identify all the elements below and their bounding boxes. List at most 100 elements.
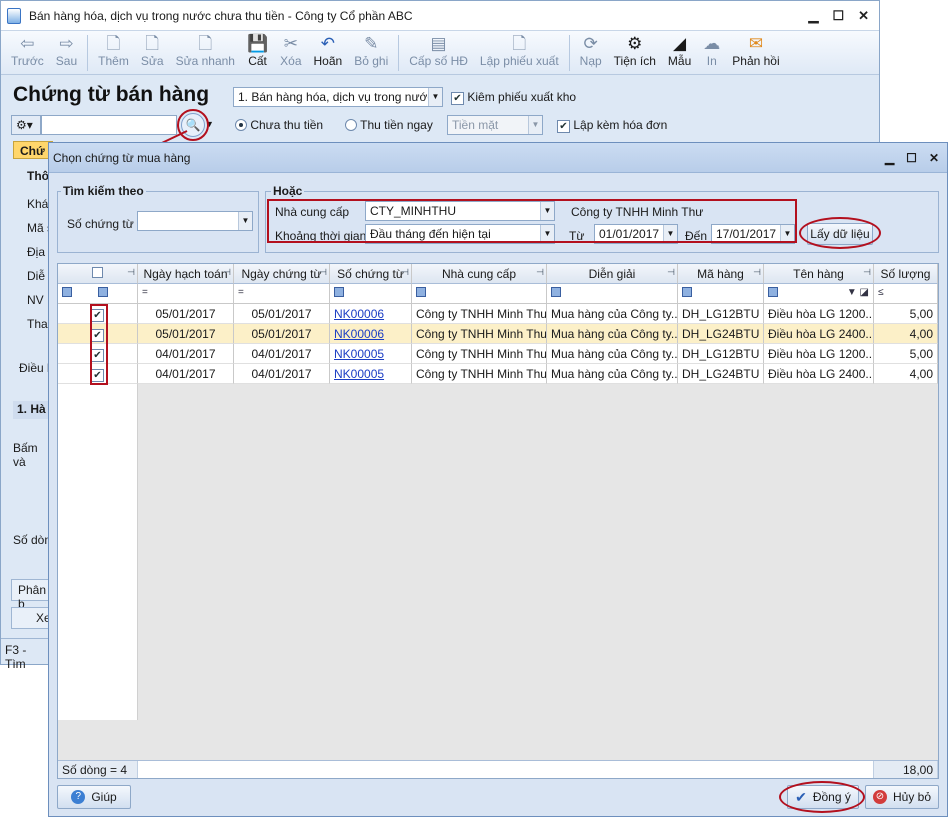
filter-icon bbox=[768, 287, 778, 297]
table-cell-ma-hang: DH_LG12BTU bbox=[678, 304, 764, 324]
toolbar-save-button[interactable]: 💾 Cất bbox=[241, 31, 274, 68]
annotation-circle-get-data bbox=[799, 217, 881, 249]
filter-cell[interactable]: = bbox=[138, 284, 234, 304]
left-label: Thô bbox=[27, 169, 49, 183]
toolbar-undo-button[interactable]: ↶ Hoãn bbox=[308, 31, 349, 68]
phan-bo-button[interactable]: Phân b bbox=[11, 579, 53, 611]
filter-cell[interactable]: ≤ bbox=[874, 284, 938, 304]
chevron-down-icon: ▼ bbox=[528, 116, 542, 134]
table-row[interactable]: ✔ 05/01/2017 05/01/2017 NK00006 Công ty TNHH… bbox=[58, 304, 938, 324]
column-header[interactable]: Số chứng từ ⊣ bbox=[330, 264, 412, 284]
table-cell-nha-cung-cap: Công ty TNHH Minh Thư bbox=[412, 344, 547, 364]
undo-icon: ↶ bbox=[320, 34, 335, 53]
help-button[interactable]: ? Giúp bbox=[57, 785, 131, 809]
column-header[interactable]: Diễn giải ⊣ bbox=[547, 264, 678, 284]
row-count: Số dòng = 4 bbox=[58, 761, 138, 778]
toolbar-delete-button[interactable]: ✂ Xóa bbox=[274, 31, 307, 68]
table-cell-ngay-chung-tu: 04/01/2017 bbox=[234, 364, 330, 384]
filter-cell[interactable] bbox=[330, 284, 412, 304]
filter-icon bbox=[62, 287, 72, 297]
filter-cell[interactable]: ▼ ◪ bbox=[764, 284, 874, 304]
lap-kem-hoa-don-checkbox[interactable]: ✔ Lập kèm hóa đơn bbox=[557, 118, 667, 133]
column-header[interactable]: Nhà cung cấp ⊣ bbox=[412, 264, 547, 284]
toolbar-export-slip-button[interactable]: 🗋 Lập phiếu xuất bbox=[474, 31, 565, 68]
column-header[interactable]: Mã hàng ⊣ bbox=[678, 264, 764, 284]
export-slip-icon: 🗋 bbox=[512, 34, 527, 53]
left-label: Khá bbox=[27, 197, 49, 211]
toolbar-reload-button[interactable]: ⟳ Nạp bbox=[574, 31, 608, 68]
annotation-box-checkboxes bbox=[90, 304, 108, 385]
toolbar-print-button[interactable]: ☁ In bbox=[697, 31, 726, 68]
section-hang-tien-tab[interactable]: 1. Hà bbox=[13, 401, 53, 419]
minimize-icon[interactable]: ▁ bbox=[885, 151, 894, 165]
table-cell-dien-giai: Mua hàng của Công ty... bbox=[547, 364, 678, 384]
table-row[interactable]: ✔ 05/01/2017 05/01/2017 NK00006 Công ty TNHH… bbox=[58, 324, 938, 344]
toolbar-edit-doc-button[interactable]: 🗋 Sửa bbox=[135, 31, 170, 68]
column-header[interactable]: Ngày hạch toán ⊣ bbox=[138, 264, 234, 284]
toolbar-feedback-button[interactable]: ✉ Phản hồi bbox=[726, 31, 785, 68]
toolbar-arrow-right-button[interactable]: ⇨ Sau bbox=[50, 31, 83, 68]
toolbar-unpost-button[interactable]: ✎ Bỏ ghi bbox=[348, 31, 394, 68]
left-label: Diễ bbox=[27, 269, 46, 283]
pin-icon: ⊣ bbox=[127, 267, 135, 277]
toolbar-utilities-button[interactable]: ⚙ Tiện ích bbox=[608, 31, 662, 68]
document-grid: ⊣ Ngày hạch toán ⊣ Ngày chứng từ ⊣ Số chứn… bbox=[57, 263, 939, 779]
table-cell-ngay-hach-toan: 05/01/2017 bbox=[138, 304, 234, 324]
table-cell-so-chung-tu[interactable]: NK00005 bbox=[330, 344, 412, 364]
minimize-icon[interactable]: ▁ bbox=[808, 8, 818, 24]
search-mode-button[interactable]: ⚙▾ bbox=[11, 115, 41, 135]
column-header[interactable]: Ngày chứng từ ⊣ bbox=[234, 264, 330, 284]
close-icon[interactable]: ✕ bbox=[858, 8, 869, 24]
or-group-title: Hoặc bbox=[271, 184, 305, 198]
toolbar-quick-edit-button[interactable]: 🗋 Sửa nhanh bbox=[170, 31, 241, 68]
so-chung-tu-label: Số chứng từ bbox=[67, 217, 134, 231]
payment-method-select[interactable]: Tiền mặt ▼ bbox=[447, 115, 543, 135]
column-header[interactable]: Số lượng bbox=[874, 264, 938, 284]
so-chung-tu-select[interactable]: ▼ bbox=[137, 211, 253, 231]
tab-chung-tu[interactable]: Chứ bbox=[13, 141, 53, 159]
pin-icon: ⊣ bbox=[223, 267, 231, 277]
table-row[interactable]: ✔ 04/01/2017 04/01/2017 NK00005 Công ty TNHH… bbox=[58, 364, 938, 384]
cancel-button[interactable]: ⊘ Hủy bỏ bbox=[865, 785, 939, 809]
close-icon[interactable]: ✕ bbox=[929, 151, 939, 165]
invoice-number-icon: ▤ bbox=[430, 34, 447, 53]
table-cell-so-chung-tu[interactable]: NK00006 bbox=[330, 304, 412, 324]
table-cell-so-luong: 5,00 bbox=[874, 304, 938, 324]
transaction-type-select[interactable]: 1. Bán hàng hóa, dịch vụ trong nước ▼ bbox=[233, 87, 443, 107]
filter-clear-icon[interactable]: ▼ ◪ bbox=[847, 287, 869, 298]
column-header[interactable]: Tên hàng ⊣ bbox=[764, 264, 874, 284]
maximize-icon[interactable]: ☐ bbox=[832, 8, 844, 24]
help-icon: ? bbox=[71, 790, 86, 804]
reload-icon: ⟳ bbox=[583, 34, 598, 53]
filter-cell[interactable] bbox=[412, 284, 547, 304]
chevron-down-icon: ▼ bbox=[238, 212, 252, 230]
filter-icon bbox=[416, 287, 426, 297]
table-cell-so-chung-tu[interactable]: NK00006 bbox=[330, 324, 412, 344]
toolbar-add-doc-button[interactable]: 🗋 Thêm bbox=[92, 31, 135, 68]
filter-cell[interactable] bbox=[547, 284, 678, 304]
chua-thu-tien-radio[interactable]: Chưa thu tiền bbox=[235, 118, 323, 132]
main-title-bar: Bán hàng hóa, dịch vụ trong nước chưa th… bbox=[1, 1, 879, 31]
toolbar-template-button[interactable]: ◢ Mẫu bbox=[662, 31, 697, 68]
filter-cell[interactable] bbox=[678, 284, 764, 304]
table-row[interactable]: ✔ 04/01/2017 04/01/2017 NK00005 Công ty TNHH… bbox=[58, 344, 938, 364]
grid-header-row: ⊣ Ngày hạch toán ⊣ Ngày chứng từ ⊣ Số chứn… bbox=[58, 264, 938, 284]
table-cell-nha-cung-cap: Công ty TNHH Minh Thư bbox=[412, 324, 547, 344]
background-left-panel: Thô Khá Mã s Địa Diễ NV I Tha Điều k 1. … bbox=[1, 161, 61, 666]
filter-cell[interactable]: = bbox=[234, 284, 330, 304]
select-all-checkbox[interactable] bbox=[92, 267, 103, 278]
grid-empty-area bbox=[58, 384, 138, 720]
pin-icon: ⊣ bbox=[401, 267, 409, 277]
filter-icon bbox=[334, 287, 344, 297]
maximize-icon[interactable]: ☐ bbox=[906, 151, 917, 165]
thu-tien-ngay-radio[interactable]: Thu tiền ngay bbox=[345, 118, 433, 132]
toolbar-arrow-left-button[interactable]: ⇦ Trước bbox=[5, 31, 50, 68]
table-cell-so-chung-tu[interactable]: NK00005 bbox=[330, 364, 412, 384]
table-cell-ngay-hach-toan: 04/01/2017 bbox=[138, 344, 234, 364]
filter-cell[interactable] bbox=[58, 284, 138, 304]
column-header-select[interactable]: ⊣ bbox=[58, 264, 138, 284]
check-icon: ✔ bbox=[451, 92, 464, 105]
table-cell-ngay-hach-toan: 05/01/2017 bbox=[138, 324, 234, 344]
toolbar-invoice-number-button[interactable]: ▤ Cấp số HĐ bbox=[403, 31, 474, 68]
kiem-phieu-xuat-kho-checkbox[interactable]: ✔ Kiêm phiếu xuất kho bbox=[451, 90, 576, 105]
